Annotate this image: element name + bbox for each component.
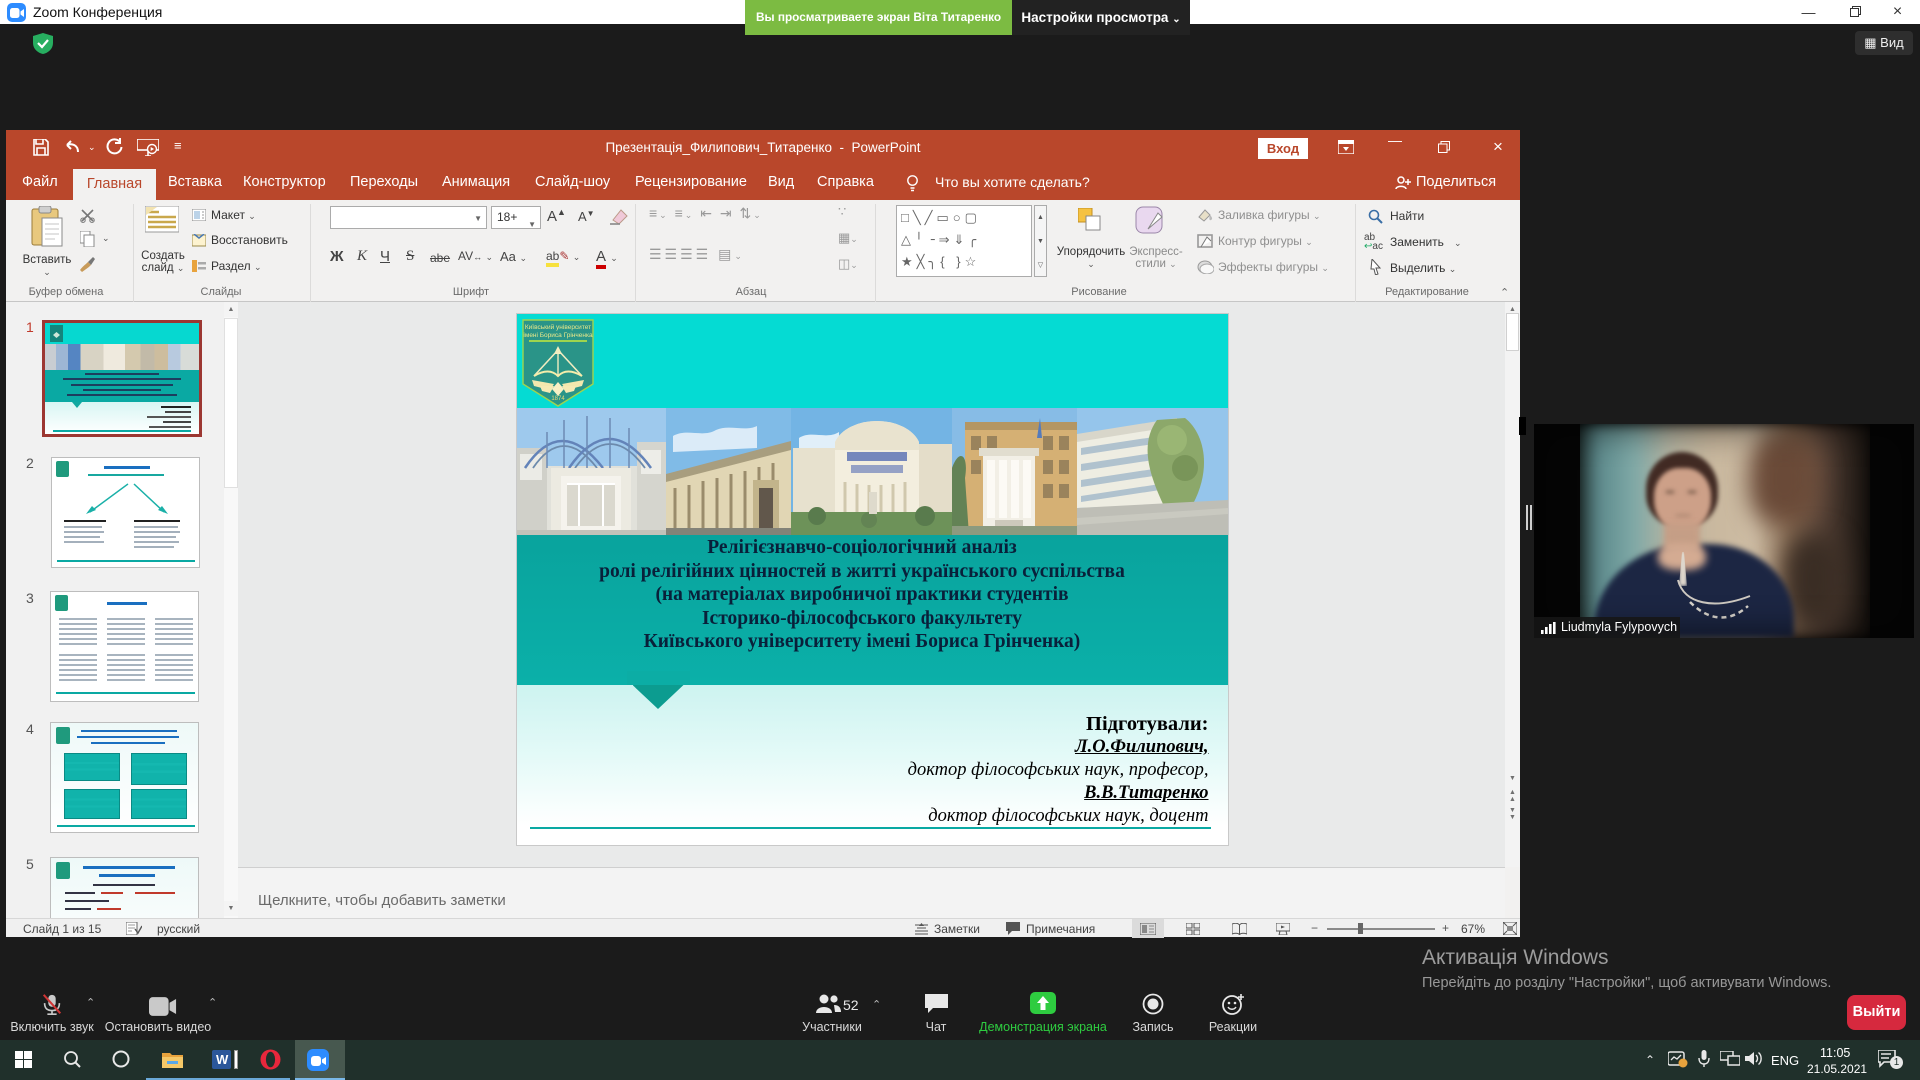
svg-text:Київський університет: Київський університет	[524, 323, 590, 331]
svg-text:1874: 1874	[551, 396, 565, 402]
svg-text:імені Бориса Грінченка: імені Бориса Грінченка	[523, 331, 593, 339]
